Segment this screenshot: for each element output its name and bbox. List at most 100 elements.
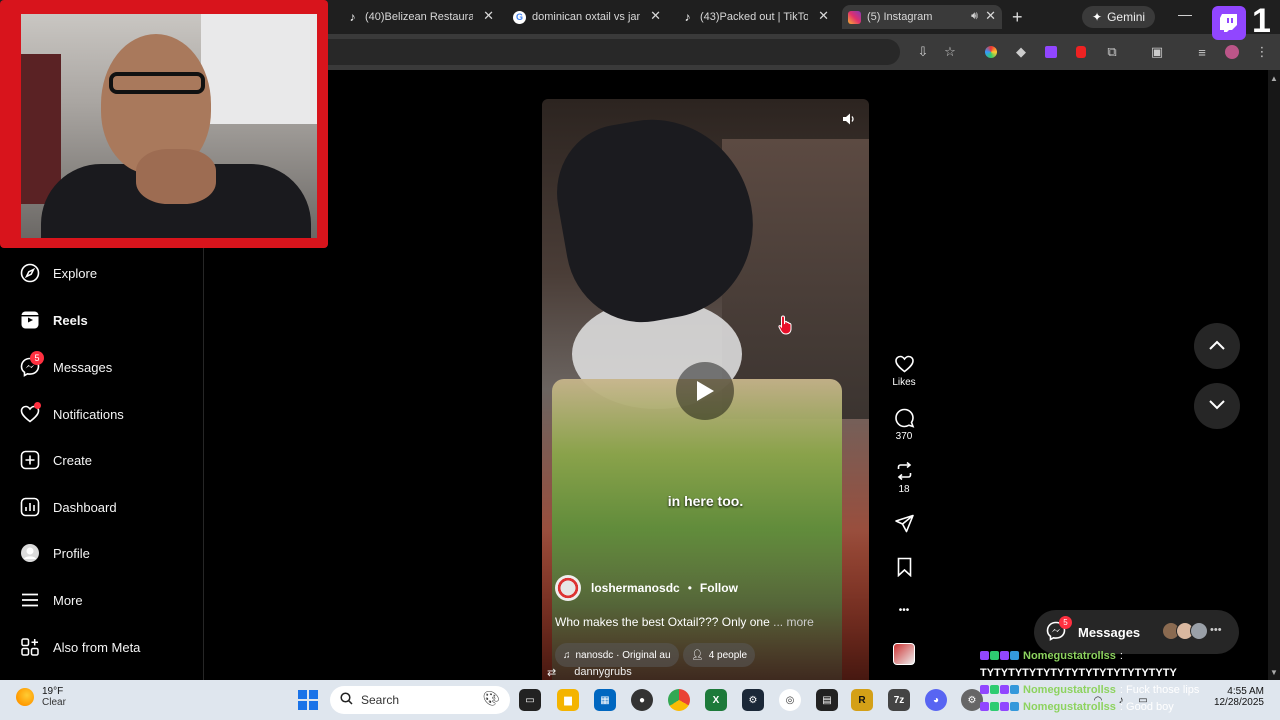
collaborator-row: ⇄ dannygrubs [547,664,632,680]
follow-button[interactable]: Follow [700,581,738,595]
minimize-button[interactable]: — [1178,6,1192,22]
tiktok-icon: ♪ [349,10,356,24]
messenger-icon: 5 [20,351,44,377]
puzzle-extensions-icon[interactable]: ⧉ [1103,43,1121,61]
rockstar-icon[interactable]: R [851,689,873,711]
cpu-app-icon[interactable]: ▤ [816,689,838,711]
reel-video[interactable]: in here too. loshermanosdc • Follow Who … [542,99,869,680]
chat-badges [980,702,1020,711]
extension-diamond-icon[interactable]: ◆ [1012,43,1030,61]
sidebar-item-label: More [53,592,83,608]
more-link[interactable]: ... more [773,615,814,629]
spiral-app-icon[interactable]: ◎ [779,689,801,711]
close-icon[interactable]: ✕ [650,8,661,24]
sidebar-item-also-from-meta[interactable]: Also from Meta [20,635,140,659]
moon-weather-icon [16,688,34,706]
search-highlight-icon: 🎨︎ [482,690,500,706]
save-action[interactable] [886,556,922,580]
repost-action[interactable]: 18 [886,460,922,495]
close-icon[interactable]: ✕ [818,8,829,24]
ellipsis-icon[interactable]: ••• [1210,624,1222,636]
reel-description: Who makes the best Oxtail??? Only one ..… [555,615,855,629]
reading-list-icon[interactable]: ≡ [1193,43,1211,61]
repost-icon [893,460,915,482]
tab-instagram[interactable]: (5) Instagram 🔊︎ ✕ [842,5,1002,29]
messages-badge: 5 [30,351,44,365]
tab-belizean-restaurant[interactable]: ♪ (40)Belizean Restaurant ✕ [340,5,500,29]
gemini-button[interactable]: ✦ Gemini [1082,6,1156,28]
chrome-icon[interactable] [668,689,690,711]
close-icon[interactable]: ✕ [985,8,996,24]
repost-count: 18 [898,484,910,495]
page-scrollbar[interactable]: ▲ ▼ [1268,70,1280,680]
obs-icon[interactable]: ● [631,689,653,711]
sidebar-item-notifications[interactable]: Notifications [20,402,124,426]
speaker-icon[interactable]: 🔊︎ [971,10,978,23]
tab-title: (40)Belizean Restaurant [365,11,473,23]
previous-reel-button[interactable] [1194,323,1240,369]
comment-action[interactable]: 370 [886,407,922,442]
close-icon[interactable]: ✕ [483,8,494,24]
extension-color-icon[interactable] [982,43,1000,61]
sidebar-item-more[interactable]: More [20,588,83,612]
kebab-menu-icon[interactable]: ⋮ [1253,43,1271,61]
tab-title: (43)Packed out | TikTok [700,11,808,23]
taskbar-search[interactable]: Search 🎨︎ [330,686,510,714]
collaborator-name[interactable]: dannygrubs [574,666,632,678]
twitch-extension-icon[interactable] [1042,43,1060,61]
avatar[interactable] [555,575,581,601]
play-icon[interactable] [676,362,734,420]
sidebar-item-explore[interactable]: Explore [20,261,97,285]
weather-widget[interactable]: 19°F Clear [16,686,66,708]
share-action[interactable] [886,513,922,537]
music-note-icon: ♫ [563,649,571,661]
windows-start-icon[interactable] [298,690,318,710]
author-username[interactable]: loshermanosdc [591,581,680,595]
7zip-icon[interactable]: 7z [888,689,910,711]
avatar [1190,622,1208,640]
description-text: Who makes the best Oxtail??? Only one [555,615,770,629]
excel-icon[interactable]: X [705,689,727,711]
chat-text: : Fuck those lips [1119,683,1200,696]
hamburger-icon [20,590,40,610]
more-options-action[interactable]: ••• [886,599,922,623]
task-view-icon[interactable]: ▭ [519,689,541,711]
volume-icon[interactable] [839,109,859,129]
send-icon [893,513,915,535]
discord-icon[interactable]: ◕ [925,689,947,711]
chevron-up-icon [1209,337,1225,355]
install-app-icon[interactable]: ⇩ [914,43,932,61]
microsoft-store-icon[interactable]: ▦ [594,689,616,711]
notification-dot [34,402,41,409]
steam-icon[interactable]: ⚙ [742,689,764,711]
next-reel-button[interactable] [1194,383,1240,429]
profile-avatar[interactable] [1223,43,1241,61]
extension-red-icon[interactable] [1072,43,1090,61]
sidebar-item-profile[interactable]: Profile [20,541,90,565]
reels-icon [20,310,40,330]
scroll-down-icon[interactable]: ▼ [1270,668,1278,677]
audio-thumbnail[interactable] [893,643,915,665]
sidebar-item-label: Dashboard [53,499,117,515]
sidebar-item-dashboard[interactable]: Dashboard [20,495,117,519]
sidepanel-icon[interactable]: ▣ [1148,43,1166,61]
like-action[interactable]: Likes [886,353,922,388]
sidebar-item-create[interactable]: Create [20,448,92,472]
webcam-feed [21,14,317,238]
weather-condition: Clear [42,697,66,708]
likes-label: Likes [892,377,916,388]
tagged-people-pill[interactable]: 👤︎ 4 people [683,643,756,667]
messages-label: Messages [1078,624,1141,640]
chat-message: Nomegustatrollss : Good boy [980,698,1270,715]
chat-text: : [1119,649,1123,662]
tab-dominican-oxtail[interactable]: G dominican oxtail vs jama ✕ [507,5,667,29]
heart-icon [893,353,915,375]
tab-packed-out-tiktok[interactable]: ♪ (43)Packed out | TikTok ✕ [675,5,835,29]
file-explorer-icon[interactable]: ▆ [557,689,579,711]
bookmark-star-icon[interactable]: ☆ [941,43,959,61]
weather-temperature: 19°F [42,686,64,697]
sidebar-item-reels[interactable]: Reels [20,308,88,332]
sidebar-item-messages[interactable]: 5 Messages [20,351,112,379]
scroll-up-icon[interactable]: ▲ [1270,74,1278,83]
new-tab-button[interactable]: + [1012,7,1023,28]
